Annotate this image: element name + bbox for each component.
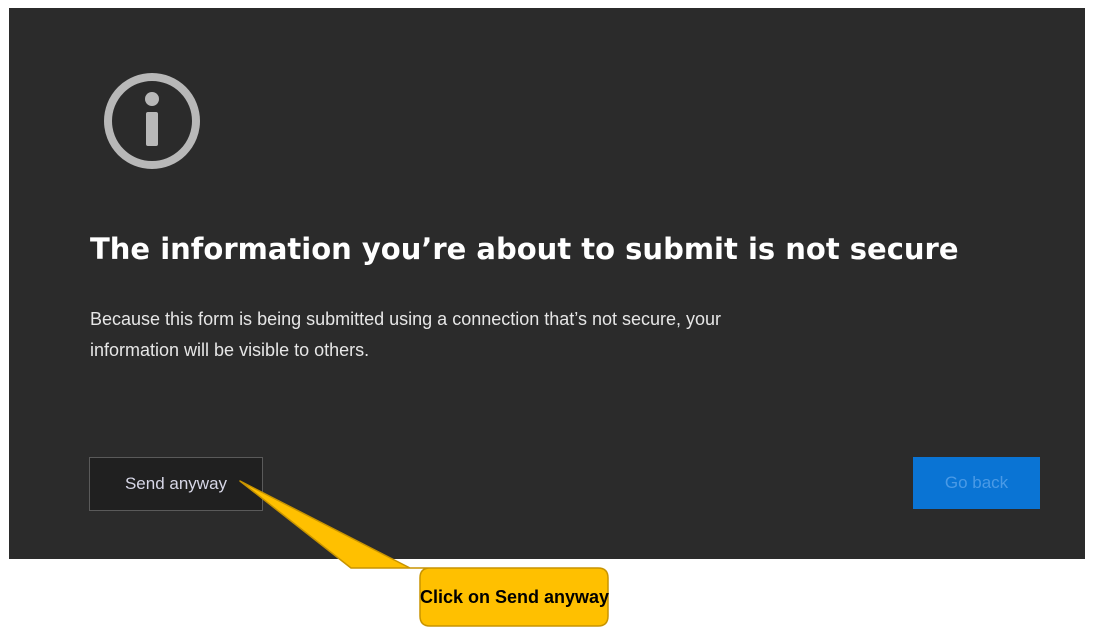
dialog-message: Because this form is being submitted usi…: [90, 309, 722, 360]
dialog-title: The information you’re about to submit i…: [90, 232, 959, 266]
insecure-form-dialog: The information you’re about to submit i…: [9, 8, 1085, 559]
callout-text: Click on Send anyway: [420, 587, 610, 607]
go-back-button[interactable]: Go back: [913, 457, 1040, 509]
page: The information you’re about to submit i…: [0, 0, 1094, 628]
send-anyway-button[interactable]: Send anyway: [89, 457, 263, 511]
info-circle-icon: [104, 73, 200, 169]
